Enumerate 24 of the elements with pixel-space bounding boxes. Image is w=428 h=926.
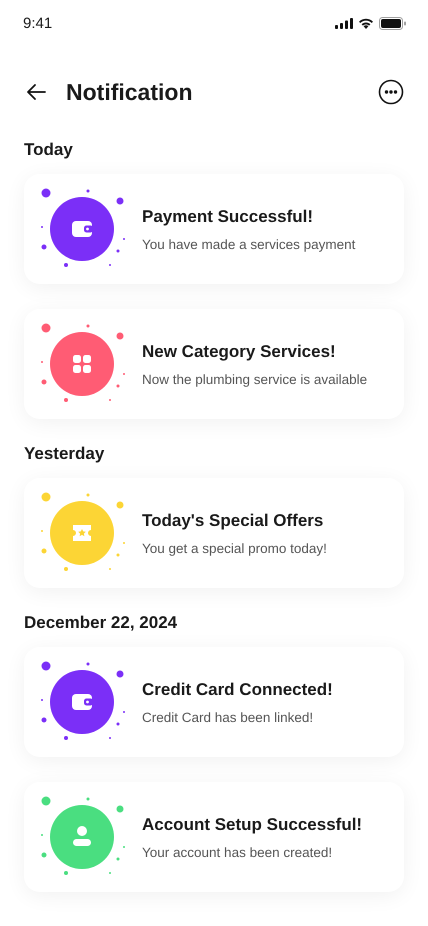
notification-title: Credit Card Connected! <box>142 680 333 700</box>
notification-title: Payment Successful! <box>142 206 314 226</box>
notification-message: You get a special promo today! <box>142 540 327 556</box>
notification-card[interactable]: Payment Successful! You have made a services payment <box>24 174 404 284</box>
notification-card[interactable]: Credit Card Connected! Credit Card has been linked! <box>24 647 404 757</box>
section-heading: December 22, 2024 <box>24 613 178 633</box>
notification-card[interactable]: Today's Special Offers You get a special promo today! <box>24 478 404 588</box>
notification-message: Now the plumbing service is available <box>142 372 368 386</box>
notification-message: Your account has been created! <box>142 844 334 860</box>
notification-message: Credit Card has been linked! <box>142 710 314 724</box>
wifi-icon <box>358 17 374 29</box>
notification-message: You have made a services payment <box>142 236 356 252</box>
section-heading: Yesterday <box>24 444 106 464</box>
page-title: Notification <box>66 78 192 106</box>
signal-icon <box>335 18 353 28</box>
notification-title: Today's Special Offers <box>142 510 324 530</box>
battery-icon <box>379 16 406 30</box>
status-time: 9:41 <box>23 14 52 32</box>
notification-card[interactable]: New Category Services! Now the plumbing service is available <box>24 309 404 419</box>
notification-title: Account Setup Successful! <box>142 814 362 834</box>
notification-card[interactable]: Account Setup Successful! Your account has been created! <box>24 782 404 892</box>
section-heading: Today <box>24 140 74 160</box>
notification-title: New Category Services! <box>142 342 337 362</box>
more-options-button[interactable] <box>378 79 404 105</box>
